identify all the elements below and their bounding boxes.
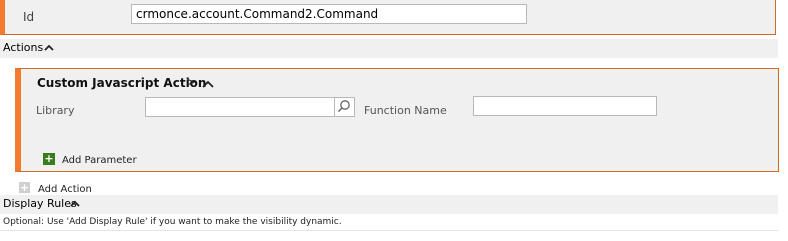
- expand-arrow[interactable]: >: [186, 75, 196, 89]
- add-parameter-label: Add Parameter: [62, 155, 137, 166]
- plus-icon: +: [43, 152, 55, 165]
- custom-javascript-action-card: Custom Javascript Action > Library Funct…: [15, 68, 779, 172]
- library-label: Library: [36, 104, 75, 117]
- chevron-up-icon[interactable]: [202, 79, 214, 89]
- id-input[interactable]: [131, 4, 527, 24]
- library-search-button[interactable]: [335, 97, 355, 117]
- plus-icon: +: [19, 181, 30, 194]
- divider: [0, 230, 778, 231]
- function-name-label: Function Name: [364, 104, 447, 117]
- ribbon-command-editor: Id Actions Custom Javascript Action > Li…: [0, 0, 788, 241]
- actions-header-label: Actions: [3, 41, 44, 54]
- chevron-up-icon[interactable]: [70, 199, 80, 209]
- card-title: Custom Javascript Action: [37, 76, 207, 90]
- display-rules-header-label: Display Rules: [3, 197, 77, 210]
- chevron-up-icon[interactable]: [44, 43, 54, 53]
- search-icon: [337, 100, 350, 113]
- display-rules-section-header[interactable]: Display Rules: [0, 195, 778, 214]
- library-input[interactable]: [145, 97, 335, 117]
- display-rules-help-text: Optional: Use 'Add Display Rule' if you …: [3, 217, 342, 227]
- id-label: Id: [23, 10, 35, 24]
- function-name-input[interactable]: [473, 96, 657, 116]
- actions-section-header[interactable]: Actions: [0, 39, 778, 58]
- id-panel: Id: [0, 0, 776, 35]
- add-action-button[interactable]: + Add Action: [19, 182, 139, 196]
- add-action-label: Add Action: [38, 184, 92, 195]
